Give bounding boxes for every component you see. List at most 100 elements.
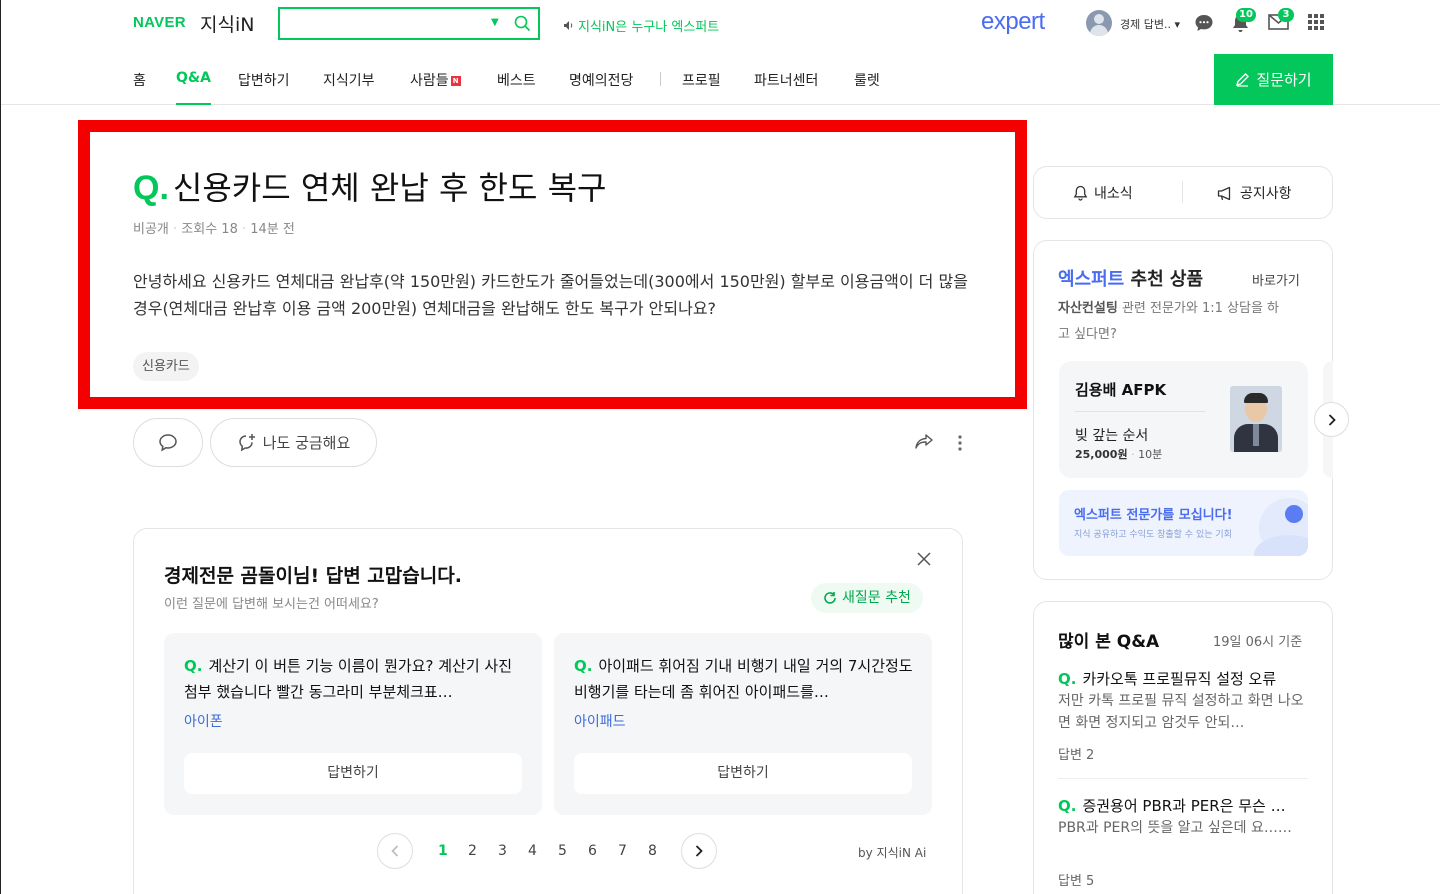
page-4[interactable]: 4 <box>528 843 537 859</box>
speaker-icon <box>563 20 574 31</box>
search-input[interactable] <box>284 13 484 35</box>
comment-button[interactable] <box>133 418 203 467</box>
expert-title-accent: 엑스퍼트 <box>1058 269 1125 290</box>
nav-answer[interactable]: 답변하기 <box>238 70 290 90</box>
product-name: 빚 갚는 순서 <box>1075 428 1149 444</box>
page-2[interactable]: 2 <box>468 843 477 859</box>
expert-title-rest: 추천 상품 <box>1124 269 1204 290</box>
question-meta: 비공개 · 조회수 18 · 14분 전 <box>133 222 295 237</box>
most-viewed-question-text: 카카오톡 프로필뮤직 설정 오류 <box>1082 670 1277 688</box>
notification-count-badge: 10 <box>1236 8 1256 22</box>
page-5[interactable]: 5 <box>558 843 567 859</box>
nav-hall-of-fame[interactable]: 명예의전당 <box>569 70 633 90</box>
nav-qna[interactable]: Q&A <box>176 70 211 105</box>
nav-roulette[interactable]: 룰렛 <box>854 70 880 90</box>
question-tag[interactable]: 신용카드 <box>133 352 199 381</box>
search-icon[interactable] <box>514 15 531 32</box>
new-badge: N <box>450 76 461 86</box>
view-count: 조회수 18 <box>181 222 238 237</box>
page-6[interactable]: 6 <box>588 843 597 859</box>
answer-button[interactable]: 답변하기 <box>574 753 912 794</box>
new-question-recommend-button[interactable]: 새질문 추천 <box>811 583 923 613</box>
banner-title: 엑스퍼트 전문가를 모십니다! <box>1074 508 1233 523</box>
notice-button[interactable]: 공지사항 <box>1217 183 1292 203</box>
my-news-label: 내소식 <box>1094 186 1133 202</box>
page-3[interactable]: 3 <box>498 843 507 859</box>
divider <box>1182 181 1183 203</box>
suggested-question-body: 아이패드 휘어짐 기내 비행기 내일 거의 7시간정도 비행기를 타는데 좀 휘… <box>574 657 913 701</box>
expert-recommend-title: 엑스퍼트 추천 상품 <box>1058 265 1203 291</box>
next-page-button[interactable] <box>681 833 717 869</box>
ask-question-label: 질문하기 <box>1256 71 1312 89</box>
expert-shortcut-link[interactable]: 바로가기 <box>1252 270 1300 289</box>
top-header: NAVER 지식iN ▼ 지식iN은 누구나 엑스퍼트 expert 경제 답변… <box>1 0 1440 48</box>
page: NAVER 지식iN ▼ 지식iN은 누구나 엑스퍼트 expert 경제 답변… <box>0 0 1440 894</box>
product-duration: 10분 <box>1138 448 1163 461</box>
expert-next-button[interactable] <box>1314 402 1349 437</box>
product-meta: 25,000원 · 10분 <box>1075 448 1163 461</box>
by-jisikin-ai-label: by 지식iN Ai <box>858 846 927 860</box>
visibility-label: 비공개 <box>133 222 169 237</box>
refresh-icon <box>823 591 837 605</box>
megaphone-icon <box>1217 186 1234 201</box>
suggested-question-text: Q. 아이패드 휘어짐 기내 비행기 내일 거의 7시간정도 비행기를 타는데 좀… <box>574 653 914 705</box>
user-name-menu[interactable]: 경제 답변.. ▾ <box>1120 16 1180 32</box>
close-icon[interactable] <box>917 552 931 566</box>
suggestion-subtitle: 이런 질문에 답변해 보시는건 어떠세요? <box>164 597 379 612</box>
most-viewed-question-title[interactable]: Q. 카카오톡 프로필뮤직 설정 오류 <box>1058 668 1310 689</box>
most-viewed-question-title[interactable]: Q. 증권용어 PBR과 PER은 무슨 … <box>1058 795 1310 816</box>
most-viewed-title: 많이 본 Q&A <box>1058 632 1160 652</box>
search-dropdown-icon[interactable]: ▼ <box>491 17 499 28</box>
suggested-question-card[interactable]: Q. 계산기 이 버튼 기능 이름이 뭔가요? 계산기 사진 첨부 했습니다 빨간… <box>164 633 542 815</box>
expert-desc-line1: 관련 전문가와 1:1 상담을 하 <box>1117 301 1279 316</box>
my-news-button[interactable]: 내소식 <box>1073 183 1133 203</box>
suggested-question-card[interactable]: Q. 아이패드 휘어짐 기내 비행기 내일 거의 7시간정도 비행기를 타는데 좀… <box>554 633 932 815</box>
avatar[interactable] <box>1086 10 1112 36</box>
curious-icon <box>237 433 257 453</box>
most-viewed-question-body[interactable]: PBR과 PER의 뜻을 알고 싶은데 요…… <box>1058 817 1308 861</box>
suggested-question-text: Q. 계산기 이 버튼 기능 이름이 뭔가요? 계산기 사진 첨부 했습니다 빨간… <box>184 653 524 705</box>
expert-desc-line2: 고 싶다면? <box>1058 327 1117 342</box>
most-viewed-timestamp: 19일 06시 기준 <box>1213 635 1303 650</box>
curious-label: 나도 궁금해요 <box>262 434 351 452</box>
apps-grid-icon[interactable] <box>1308 14 1324 30</box>
chevron-right-icon <box>1328 413 1336 426</box>
comment-icon <box>158 433 178 452</box>
suggested-question-tag[interactable]: 아이폰 <box>184 711 223 731</box>
prev-page-button[interactable] <box>377 833 413 869</box>
nav-donate[interactable]: 지식기부 <box>323 70 375 90</box>
naver-logo[interactable]: NAVER <box>133 14 186 31</box>
question-mark-label: Q. <box>1058 797 1077 815</box>
question-body: 안녕하세요 신용카드 연체대금 완납후(약 150만원) 카드한도가 줄어들었는… <box>133 272 968 318</box>
nav-profile[interactable]: 프로필 <box>682 70 721 90</box>
message-count-badge: 3 <box>1278 8 1294 22</box>
nav-partner-center[interactable]: 파트너센터 <box>754 70 818 90</box>
slogan-text: 지식iN은 누구나 엑스퍼트 <box>578 20 720 35</box>
answer-count: 답변 5 <box>1058 874 1095 889</box>
search-box[interactable]: ▼ <box>278 7 540 40</box>
ask-question-button[interactable]: 질문하기 <box>1214 54 1333 105</box>
expert-name: 김용배 AFPK <box>1075 381 1167 399</box>
expert-logo[interactable]: expert <box>981 8 1045 36</box>
nav-best[interactable]: 베스트 <box>497 70 536 90</box>
expert-slogan-link[interactable]: 지식iN은 누구나 엑스퍼트 <box>563 16 719 35</box>
question-mark-label: Q. <box>1058 670 1077 688</box>
nav-home[interactable]: 홈 <box>133 70 146 90</box>
expert-recruit-banner[interactable]: 엑스퍼트 전문가를 모십니다! 지식 공유하고 수익도 창출할 수 있는 기회 <box>1059 490 1308 556</box>
chat-icon[interactable] <box>1194 13 1214 33</box>
product-price: 25,000원 <box>1075 448 1128 461</box>
curious-button[interactable]: 나도 궁금해요 <box>210 418 377 467</box>
page-7[interactable]: 7 <box>618 843 627 859</box>
suggested-question-tag[interactable]: 아이패드 <box>574 711 626 731</box>
page-1[interactable]: 1 <box>438 843 448 859</box>
most-viewed-question-body[interactable]: 저만 카톡 프로필 뮤직 설정하고 화면 나오면 화면 정지되고 암것두 안되… <box>1058 690 1308 734</box>
jisikin-logo[interactable]: 지식iN <box>200 10 254 37</box>
nav-people[interactable]: 사람들 N <box>410 70 461 90</box>
share-icon[interactable] <box>914 433 934 451</box>
chevron-left-icon <box>391 845 399 857</box>
answer-count: 답변 2 <box>1058 748 1095 763</box>
nav-people-label: 사람들 <box>410 73 449 89</box>
page-8[interactable]: 8 <box>648 843 657 859</box>
answer-button[interactable]: 답변하기 <box>184 753 522 794</box>
more-options-icon[interactable] <box>957 434 963 452</box>
